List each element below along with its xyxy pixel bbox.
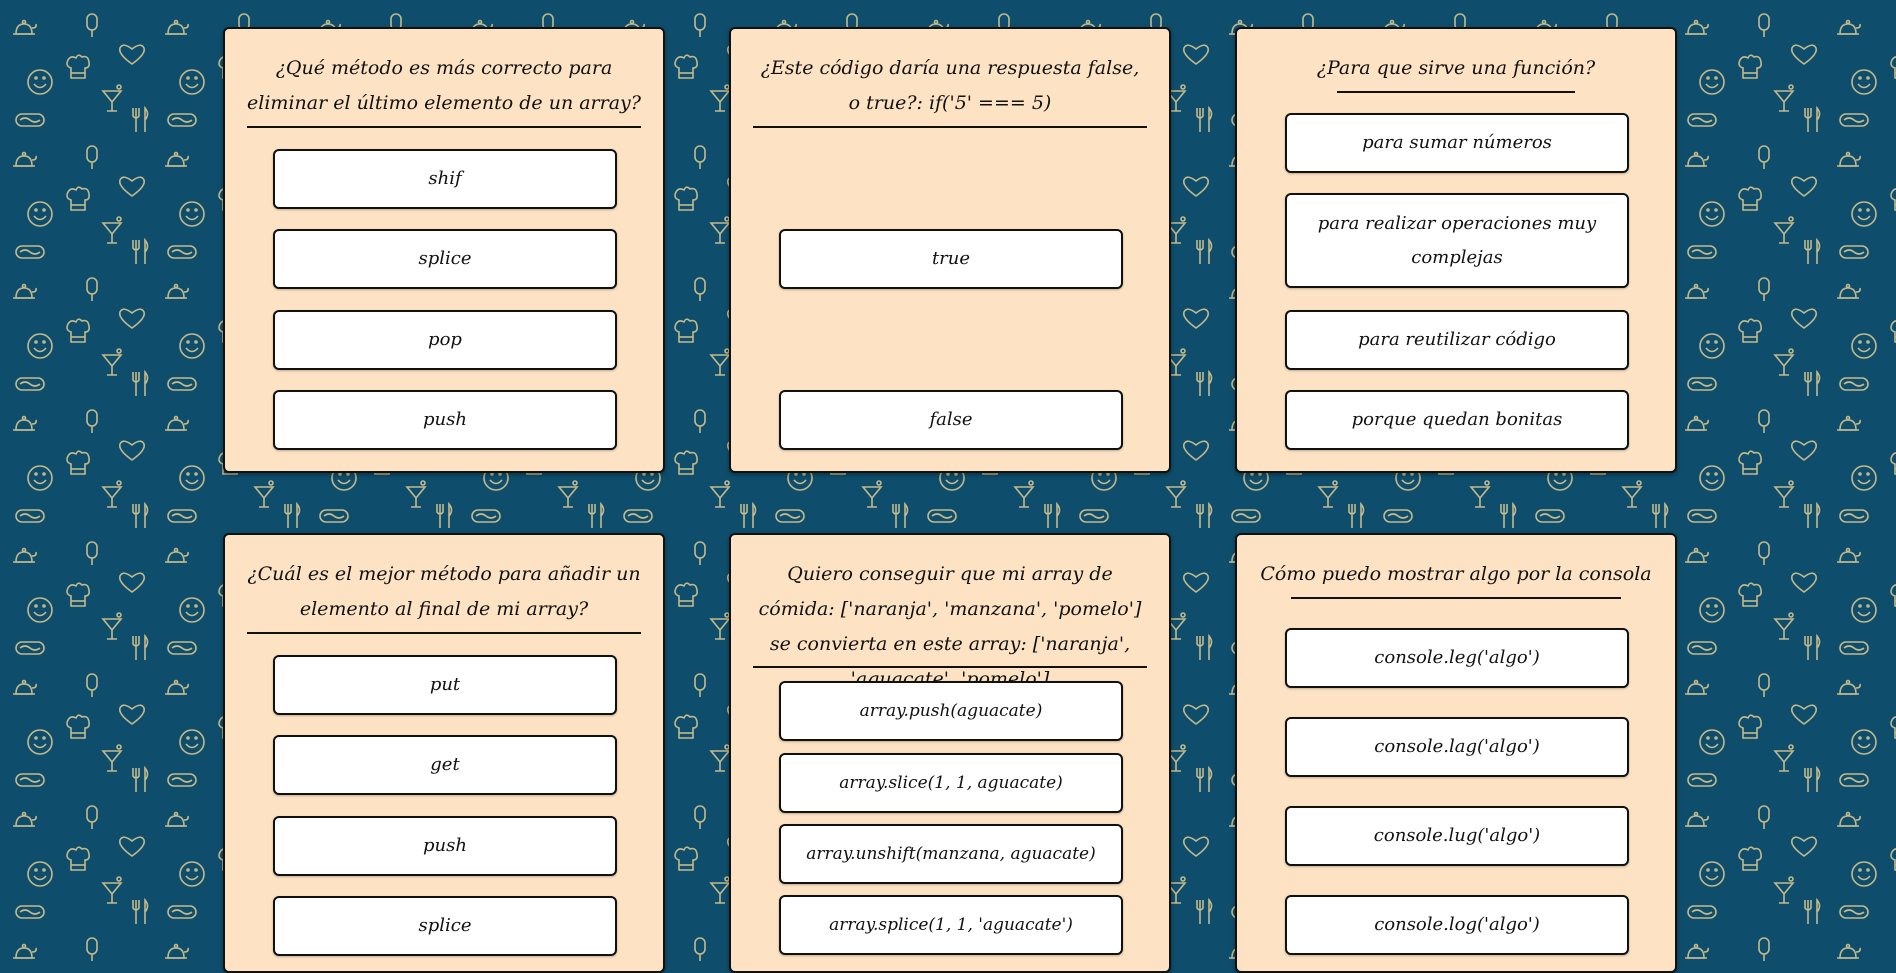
answer-option[interactable]: push bbox=[273, 390, 617, 450]
answer-option[interactable]: para realizar operaciones muy complejas bbox=[1285, 193, 1629, 288]
question-title: Cómo puedo mostrar algo por la consola bbox=[1260, 563, 1652, 585]
answer-option[interactable]: console.lag('algo') bbox=[1285, 717, 1629, 777]
answer-option[interactable]: para reutilizar código bbox=[1285, 310, 1629, 370]
quiz-card-4: ¿Cuál es el mejor método para añadir un … bbox=[223, 533, 665, 973]
quiz-card-6: Cómo puedo mostrar algo por la consola c… bbox=[1235, 533, 1677, 973]
answer-option[interactable]: shif bbox=[273, 149, 617, 209]
quiz-card-5: Quiero conseguir que mi array de cómida:… bbox=[729, 533, 1171, 973]
title-underline bbox=[247, 126, 641, 128]
question-title: Quiero conseguir que mi array de cómida:… bbox=[758, 563, 1142, 690]
title-underline bbox=[753, 666, 1147, 668]
answer-option[interactable]: splice bbox=[273, 229, 617, 289]
answer-option[interactable]: porque quedan bonitas bbox=[1285, 390, 1629, 450]
answer-option[interactable]: push bbox=[273, 816, 617, 876]
answer-option[interactable]: console.leg('algo') bbox=[1285, 628, 1629, 688]
answer-option[interactable]: console.lug('algo') bbox=[1285, 806, 1629, 866]
quiz-card-1: ¿Qué método es más correcto para elimina… bbox=[223, 27, 665, 473]
question-title: ¿Este código daría una respuesta false, … bbox=[760, 57, 1140, 114]
answer-option[interactable]: array.unshift(manzana, aguacate) bbox=[779, 824, 1123, 884]
answer-option[interactable]: para sumar números bbox=[1285, 113, 1629, 173]
title-underline bbox=[1337, 91, 1575, 93]
title-underline bbox=[247, 632, 641, 634]
answer-option[interactable]: array.splice(1, 1, 'aguacate') bbox=[779, 895, 1123, 955]
answer-option[interactable]: splice bbox=[273, 896, 617, 956]
answer-option[interactable]: get bbox=[273, 735, 617, 795]
title-underline bbox=[753, 126, 1147, 128]
quiz-card-2: ¿Este código daría una respuesta false, … bbox=[729, 27, 1171, 473]
answer-option[interactable]: false bbox=[779, 390, 1123, 450]
answer-option[interactable]: console.log('algo') bbox=[1285, 895, 1629, 955]
answer-option[interactable]: array.push(aguacate) bbox=[779, 681, 1123, 741]
question-title: ¿Para que sirve una función? bbox=[1316, 57, 1596, 79]
answer-option[interactable]: array.slice(1, 1, aguacate) bbox=[779, 753, 1123, 813]
title-underline bbox=[1291, 597, 1621, 599]
answer-option[interactable]: pop bbox=[273, 310, 617, 370]
question-title: ¿Qué método es más correcto para elimina… bbox=[247, 57, 641, 114]
question-title: ¿Cuál es el mejor método para añadir un … bbox=[247, 563, 641, 620]
answer-option[interactable]: put bbox=[273, 655, 617, 715]
answer-option[interactable]: true bbox=[779, 229, 1123, 289]
quiz-card-3: ¿Para que sirve una función? para sumar … bbox=[1235, 27, 1677, 473]
